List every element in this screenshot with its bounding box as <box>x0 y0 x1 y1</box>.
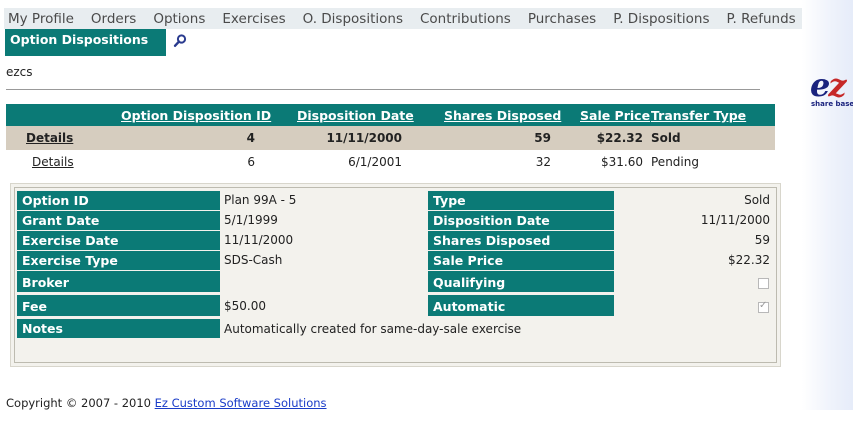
table-row[interactable]: Details 6 6/1/2001 32 $31.60 Pending <box>6 150 775 174</box>
nav-contributions[interactable]: Contributions <box>420 11 511 27</box>
label-disposition-date: Disposition Date <box>428 211 614 230</box>
ez-logo: ez share base <box>809 70 853 110</box>
divider <box>6 89 760 90</box>
cell-sale-price: $31.60 <box>601 155 643 169</box>
value-shares-disposed: 59 <box>754 233 770 247</box>
search-button[interactable] <box>172 33 188 49</box>
top-nav: My Profile Orders Options Exercises O. D… <box>4 8 802 29</box>
page-title: Option Dispositions <box>5 29 166 56</box>
username: ezcs <box>6 65 33 79</box>
value-type: Sold <box>744 193 770 207</box>
right-gradient-panel <box>802 0 853 410</box>
detail-panel: Option ID Grant Date Exercise Date Exerc… <box>10 183 781 367</box>
cell-disposition-id: 4 <box>246 131 255 145</box>
copyright-text: Copyright © 2007 - 2010 <box>6 396 155 410</box>
table-row[interactable]: Details 4 11/11/2000 59 $22.32 Sold <box>6 126 775 150</box>
value-exercise-type: SDS-Cash <box>224 253 283 267</box>
nav-option-dispositions[interactable]: O. Dispositions <box>303 11 403 27</box>
detail-panel-frame: Option ID Grant Date Exercise Date Exerc… <box>14 187 777 363</box>
footer: Copyright © 2007 - 2010 Ez Custom Softwa… <box>6 396 327 410</box>
nav-purchase-dispositions[interactable]: P. Dispositions <box>613 11 709 27</box>
value-disposition-date: 11/11/2000 <box>700 213 770 227</box>
logo-letter-e: e <box>810 70 830 104</box>
cell-disposition-date: 6/1/2001 <box>348 155 402 169</box>
logo-letter-z: z <box>828 70 846 104</box>
header-option-disposition-id[interactable]: Option Disposition ID <box>121 108 271 123</box>
header-sale-price[interactable]: Sale Price <box>580 108 650 123</box>
label-sale-price: Sale Price <box>428 251 614 270</box>
automatic-checkbox[interactable] <box>758 300 769 313</box>
label-automatic: Automatic <box>428 295 614 316</box>
label-broker: Broker <box>17 271 220 292</box>
value-notes: Automatically created for same-day-sale … <box>224 322 522 336</box>
value-fee: $50.00 <box>224 299 266 313</box>
cell-sale-price: $22.32 <box>596 131 643 145</box>
label-notes: Notes <box>17 319 220 338</box>
details-link[interactable]: Details <box>32 155 74 169</box>
nav-orders[interactable]: Orders <box>91 11 136 27</box>
cell-transfer-type: Sold <box>651 131 681 145</box>
label-shares-disposed: Shares Disposed <box>428 231 614 250</box>
company-link[interactable]: Ez Custom Software Solutions <box>155 396 327 410</box>
value-option-id: Plan 99A - 5 <box>224 193 297 207</box>
qualifying-checkbox[interactable] <box>758 278 769 289</box>
logo-mark: ez <box>810 70 847 101</box>
label-qualifying: Qualifying <box>428 271 614 292</box>
value-grant-date: 5/1/1999 <box>224 213 278 227</box>
dispositions-grid: Option Disposition ID Disposition Date S… <box>6 104 775 174</box>
nav-purchase-refunds[interactable]: P. Refunds <box>727 11 796 27</box>
cell-disposition-date: 11/11/2000 <box>326 131 402 145</box>
header-shares-disposed[interactable]: Shares Disposed <box>444 108 561 123</box>
cell-disposition-id: 6 <box>247 155 255 169</box>
details-link[interactable]: Details <box>26 131 73 145</box>
logo-tagline: share base <box>811 100 853 108</box>
cell-shares-disposed: 59 <box>534 131 551 145</box>
label-fee: Fee <box>17 295 220 316</box>
label-exercise-type: Exercise Type <box>17 251 220 270</box>
header-transfer-type[interactable]: Transfer Type <box>651 108 746 123</box>
nav-exercises[interactable]: Exercises <box>222 11 285 27</box>
cell-shares-disposed: 32 <box>535 155 551 169</box>
value-exercise-date: 11/11/2000 <box>224 233 294 247</box>
nav-purchases[interactable]: Purchases <box>528 11 596 27</box>
header-disposition-date[interactable]: Disposition Date <box>297 108 414 123</box>
nav-options[interactable]: Options <box>153 11 205 27</box>
cell-transfer-type: Pending <box>651 155 699 169</box>
search-icon <box>173 34 187 48</box>
nav-my-profile[interactable]: My Profile <box>8 11 74 27</box>
label-grant-date: Grant Date <box>17 211 220 230</box>
value-sale-price: $22.32 <box>728 253 770 267</box>
grid-header: Option Disposition ID Disposition Date S… <box>6 104 775 126</box>
label-option-id: Option ID <box>17 191 220 210</box>
label-exercise-date: Exercise Date <box>17 231 220 250</box>
label-type: Type <box>428 191 614 210</box>
